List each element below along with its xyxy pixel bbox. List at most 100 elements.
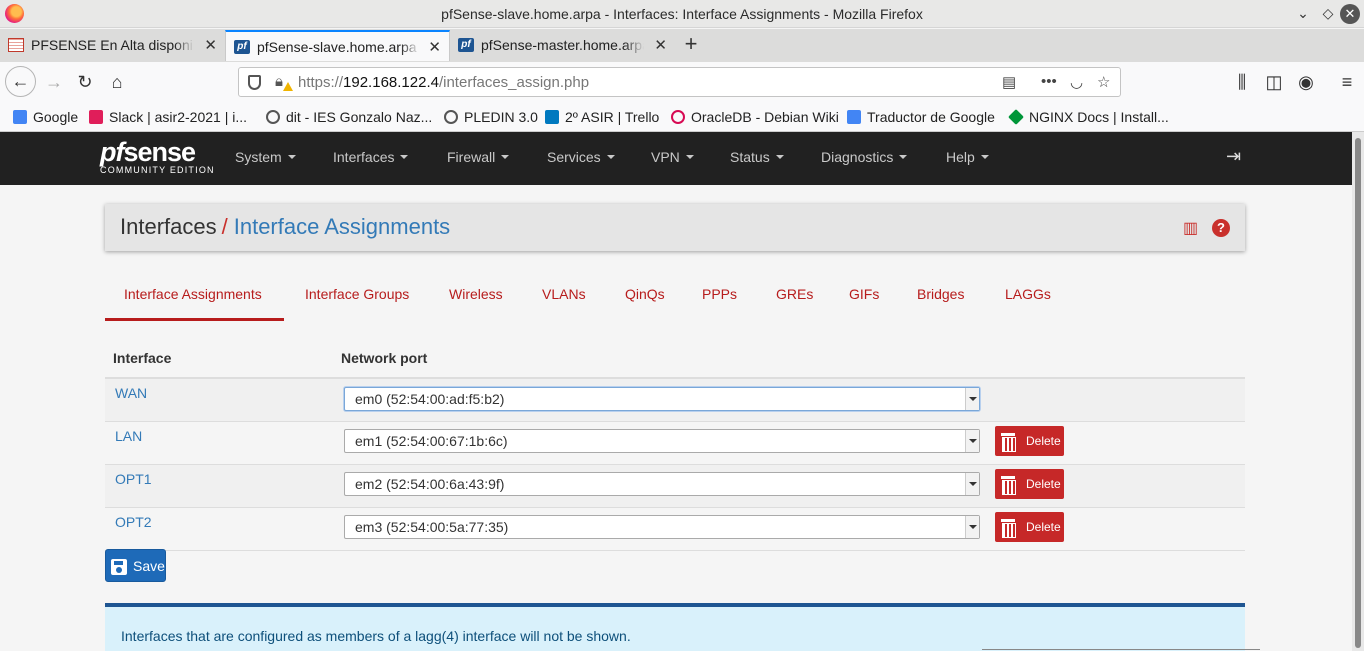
slack-icon: [89, 110, 103, 124]
menu-firewall[interactable]: Firewall: [447, 149, 510, 165]
window-titlebar: pfSense-slave.home.arpa - Interfaces: In…: [0, 0, 1364, 28]
network-port-select-opt1[interactable]: em2 (52:54:00:6a:43:9f): [344, 472, 980, 496]
pfsense-favicon-icon: pf: [234, 40, 250, 54]
bookmark-pledin[interactable]: PLEDIN 3.0: [444, 109, 538, 125]
bookmark-debian-wiki[interactable]: OracleDB - Debian Wiki: [671, 109, 839, 125]
document-icon: [8, 38, 24, 52]
pfsense-favicon-icon: pf: [458, 38, 474, 52]
tab-interface-assignments[interactable]: Interface Assignments: [124, 286, 262, 302]
menu-services[interactable]: Services: [547, 149, 615, 165]
menu-help[interactable]: Help: [946, 149, 989, 165]
chart-bar-icon[interactable]: ▥: [1183, 218, 1198, 238]
breadcrumb-parent[interactable]: Interfaces: [120, 214, 217, 239]
interface-link-wan[interactable]: WAN: [115, 385, 147, 401]
browser-tab[interactable]: PFSENSE En Alta disponibilidad ✕: [0, 30, 225, 61]
tracking-shield-icon[interactable]: [248, 75, 261, 90]
bookmark-google-translate[interactable]: Traductor de Google: [847, 109, 995, 125]
bookmark-dit[interactable]: dit - IES Gonzalo Naz...: [266, 109, 432, 125]
bookmark-google[interactable]: Google: [13, 109, 78, 125]
scrollbar-thumb[interactable]: [1355, 138, 1361, 648]
nginx-icon: [1008, 109, 1024, 125]
url-text: https://192.168.122.4/interfaces_assign.…: [298, 74, 590, 91]
menu-vpn[interactable]: VPN: [651, 149, 694, 165]
trash-icon: [1001, 476, 1016, 495]
tab-wireless[interactable]: Wireless: [449, 286, 503, 302]
reload-button[interactable]: ↻: [71, 68, 99, 96]
tab-gres[interactable]: GREs: [776, 286, 813, 302]
minimize-button[interactable]: ⌄: [1294, 5, 1312, 22]
account-icon[interactable]: ◉: [1292, 68, 1320, 96]
info-message: Interfaces that are configured as member…: [121, 628, 631, 644]
menu-status[interactable]: Status: [730, 149, 784, 165]
network-port-select-lan[interactable]: em1 (52:54:00:67:1b:6c): [344, 429, 980, 453]
tab-close-icon[interactable]: ✕: [204, 36, 217, 54]
page-viewport: pfsense COMMUNITY EDITION System Interfa…: [0, 132, 1364, 651]
interface-link-opt2[interactable]: OPT2: [115, 514, 152, 530]
caret-down-icon: [980, 155, 989, 159]
delete-button-lan[interactable]: Delete: [995, 426, 1064, 456]
delete-button-opt1[interactable]: Delete: [995, 469, 1064, 499]
tab-interface-groups[interactable]: Interface Groups: [305, 286, 409, 302]
interface-link-lan[interactable]: LAN: [115, 428, 142, 444]
menu-interfaces[interactable]: Interfaces: [333, 149, 409, 165]
sidebar-icon[interactable]: ◫: [1260, 68, 1288, 96]
forward-button[interactable]: →: [40, 68, 68, 96]
page-scrollbar[interactable]: [1352, 132, 1364, 651]
address-bar[interactable]: 🔒︎ https://192.168.122.4/interfaces_assi…: [238, 67, 1121, 97]
globe-icon: [266, 110, 280, 124]
column-header-interface: Interface: [113, 350, 172, 366]
delete-button-opt2[interactable]: Delete: [995, 512, 1064, 542]
tab-gifs[interactable]: GIFs: [849, 286, 879, 302]
browser-tab-active[interactable]: pf pfSense-slave.home.arpa ✕: [225, 30, 450, 61]
interface-link-opt1[interactable]: OPT1: [115, 471, 152, 487]
caret-down-icon: [606, 155, 615, 159]
tab-close-icon[interactable]: ✕: [428, 38, 441, 56]
trash-icon: [1001, 433, 1016, 452]
tab-close-icon[interactable]: ✕: [654, 36, 667, 54]
bookmark-slack[interactable]: Slack | asir2-2021 | i...: [89, 109, 247, 125]
info-alert: Interfaces that are configured as member…: [105, 603, 1260, 651]
logout-icon[interactable]: ⇥: [1226, 146, 1241, 167]
browser-tab[interactable]: pf pfSense-master.home.arpa ✕: [450, 30, 675, 61]
caret-down-icon: [775, 155, 784, 159]
menu-icon[interactable]: ≡: [1333, 68, 1361, 96]
bookmark-nginx-docs[interactable]: NGINX Docs | Install...: [1008, 109, 1169, 125]
reader-view-icon[interactable]: ▤: [1002, 73, 1016, 91]
navigation-toolbar: ← → ↻ ⌂ 🔒︎ https://192.168.122.4/interfa…: [0, 62, 1364, 102]
table-row: LAN em1 (52:54:00:67:1b:6c) Delete: [105, 422, 1245, 465]
home-button[interactable]: ⌂: [103, 68, 131, 96]
breadcrumb: Interfaces / Interface Assignments ▥ ?: [105, 204, 1245, 251]
new-tab-button[interactable]: +: [680, 31, 702, 57]
dropdown-arrow-icon: [965, 473, 979, 495]
bookmarks-toolbar: Google Slack | asir2-2021 | i... dit - I…: [0, 102, 1364, 132]
page-title: Interfaces / Interface Assignments: [120, 214, 451, 239]
library-icon[interactable]: ⫼: [1228, 68, 1256, 96]
close-window-button[interactable]: ✕: [1340, 4, 1360, 24]
tab-laggs[interactable]: LAGGs: [1005, 286, 1051, 302]
tab-ppps[interactable]: PPPs: [702, 286, 737, 302]
lock-icon[interactable]: 🔒︎: [275, 73, 283, 90]
breadcrumb-current[interactable]: Interface Assignments: [234, 214, 450, 239]
translate-icon: [847, 110, 861, 124]
tab-bridges[interactable]: Bridges: [917, 286, 964, 302]
active-tab-indicator: [105, 318, 284, 321]
bookmark-star-icon[interactable]: ☆: [1097, 73, 1110, 91]
dropdown-arrow-icon: [965, 430, 979, 452]
page-actions-icon[interactable]: •••: [1041, 73, 1057, 90]
bookmark-trello[interactable]: 2º ASIR | Trello: [545, 109, 659, 125]
maximize-button[interactable]: ◇: [1319, 5, 1337, 22]
save-button[interactable]: Save: [105, 549, 166, 582]
tab-title: pfSense-slave.home.arpa: [257, 39, 417, 55]
tab-vlans[interactable]: VLANs: [542, 286, 586, 302]
network-port-select-wan[interactable]: em0 (52:54:00:ad:f5:b2): [344, 387, 980, 411]
menu-system[interactable]: System: [235, 149, 296, 165]
back-button[interactable]: ←: [5, 66, 36, 97]
help-icon[interactable]: ?: [1212, 219, 1230, 237]
pfsense-logo[interactable]: pfsense COMMUNITY EDITION: [100, 138, 215, 175]
menu-diagnostics[interactable]: Diagnostics: [821, 149, 908, 165]
caret-down-icon: [287, 155, 296, 159]
tab-qinqs[interactable]: QinQs: [625, 286, 665, 302]
caret-down-icon: [501, 155, 510, 159]
pocket-icon[interactable]: ◡: [1070, 73, 1083, 91]
network-port-select-opt2[interactable]: em3 (52:54:00:5a:77:35): [344, 515, 980, 539]
